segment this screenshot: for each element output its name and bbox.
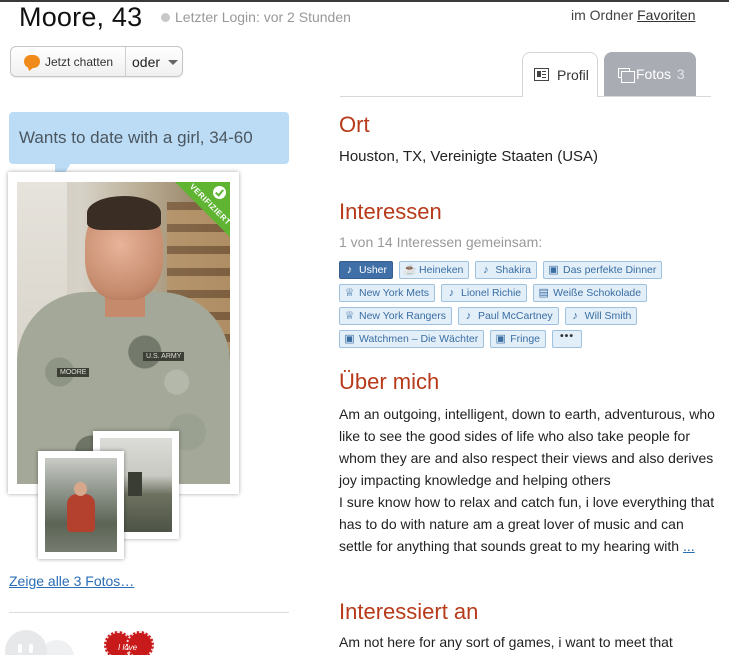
interest-chip-label: Das perfekte Dinner bbox=[563, 264, 657, 276]
offline-dot-icon bbox=[161, 13, 170, 22]
food-icon: ▤ bbox=[538, 287, 549, 299]
favorites-folder-link[interactable]: Favoriten bbox=[637, 7, 695, 23]
interests-row: ♪ Usher ☕ Heineken ♪ Shakira ▣ Das perfekte Din… bbox=[339, 261, 709, 279]
interest-chip[interactable]: ▣ Fringe bbox=[490, 330, 546, 348]
left-divider bbox=[9, 612, 289, 613]
interests-row: ♕ New York Rangers ♪ Paul McCartney ♪ Will Sm… bbox=[339, 307, 709, 325]
chat-action-group: Jetzt chatten oder bbox=[10, 46, 183, 77]
thumbnail-1-person bbox=[67, 494, 95, 532]
last-login-status: Letzter Login: vor 2 Stunden bbox=[161, 9, 351, 25]
interest-chip[interactable]: ▣ Das perfekte Dinner bbox=[543, 261, 663, 279]
photo-hair bbox=[87, 196, 161, 230]
interests-chip-list: ♪ Usher ☕ Heineken ♪ Shakira ▣ Das perfekte Din… bbox=[339, 261, 709, 353]
chevron-down-icon bbox=[168, 60, 178, 65]
photos-stack-icon bbox=[618, 68, 635, 83]
heart-gift-icon[interactable]: I love bbox=[104, 631, 156, 655]
tab-profile-label: Profil bbox=[557, 67, 589, 83]
profile-card-icon bbox=[534, 68, 549, 81]
about-me-body: Am an outgoing, intelligent, down to ear… bbox=[339, 406, 715, 554]
interest-chip-label: Usher bbox=[359, 264, 388, 276]
tab-photos-label: Fotos bbox=[636, 66, 672, 82]
wants-to-date-bubble: Wants to date with a girl, 34-60 bbox=[9, 112, 289, 189]
tab-photos[interactable]: Fotos 3 bbox=[604, 52, 696, 96]
interest-chip-label: Heineken bbox=[419, 264, 464, 276]
tv-icon: ▣ bbox=[344, 333, 355, 345]
location-heading: Ort bbox=[339, 112, 370, 137]
folder-info: im Ordner Favoriten bbox=[571, 7, 695, 23]
smile-icon[interactable] bbox=[5, 630, 47, 655]
interest-chip[interactable]: ♪ Lionel Richie bbox=[441, 284, 528, 302]
photo-thumbnail-1[interactable] bbox=[38, 451, 124, 559]
interest-chip[interactable]: ☕ Heineken bbox=[399, 261, 470, 279]
chat-bubble-icon bbox=[24, 55, 40, 68]
name-tape-patch: MOORE bbox=[57, 368, 90, 377]
interests-row: ▣ Watchmen – Die Wächter ▣ Fringe ••• bbox=[339, 330, 709, 348]
profile-name-age: Moore, 43 bbox=[19, 2, 143, 32]
interest-chip-label: Weiße Schokolade bbox=[553, 287, 642, 299]
interest-chip[interactable]: ♪ Will Smith bbox=[564, 307, 638, 325]
thumbnail-1-image bbox=[45, 458, 117, 552]
thumbnail-2-tower bbox=[128, 472, 142, 496]
interest-chip-label: New York Rangers bbox=[359, 310, 446, 322]
music-note-icon: ♪ bbox=[448, 287, 455, 299]
more-interests-button[interactable]: ••• bbox=[552, 330, 583, 348]
checkmark-icon bbox=[213, 186, 226, 199]
interested-in-heading: Interessiert an bbox=[339, 599, 479, 624]
interest-chip[interactable]: ♕ New York Mets bbox=[339, 284, 436, 302]
heart-gift-text: I love bbox=[118, 643, 138, 652]
interest-chip-label: Shakira bbox=[495, 264, 531, 276]
more-actions-label: oder bbox=[132, 54, 161, 70]
tab-photos-count: 3 bbox=[676, 66, 685, 82]
army-tape-patch: U.S. ARMY bbox=[143, 352, 185, 361]
thumbnail-1-person-head bbox=[74, 482, 87, 496]
interest-chip[interactable]: ▣ Watchmen – Die Wächter bbox=[339, 330, 485, 348]
wants-to-date-text: Wants to date with a girl, 34-60 bbox=[19, 128, 253, 147]
interest-chip-label: Paul McCartney bbox=[477, 310, 553, 322]
interest-chip[interactable]: ♪ Usher bbox=[339, 261, 394, 279]
tv-icon: ▣ bbox=[548, 264, 559, 276]
trophy-icon: ♕ bbox=[344, 287, 355, 299]
interest-chip[interactable]: ♪ Shakira bbox=[475, 261, 537, 279]
music-note-icon: ♪ bbox=[572, 310, 578, 322]
about-read-more-link[interactable]: ... bbox=[683, 538, 695, 554]
tv-icon: ▣ bbox=[495, 333, 506, 345]
drink-icon: ☕ bbox=[403, 264, 417, 276]
interest-chip-label: Lionel Richie bbox=[461, 287, 522, 299]
chat-now-button[interactable]: Jetzt chatten bbox=[11, 47, 126, 76]
interests-row: ♕ New York Mets ♪ Lionel Richie ▤ Weiße Schok… bbox=[339, 284, 709, 302]
interest-chip[interactable]: ♪ Paul McCartney bbox=[457, 307, 559, 325]
music-note-icon: ♪ bbox=[483, 264, 489, 276]
interest-chip-label: Will Smith bbox=[584, 310, 632, 322]
location-value: Houston, TX, Vereinigte Staaten (USA) bbox=[339, 148, 599, 165]
chat-now-label: Jetzt chatten bbox=[45, 55, 114, 69]
tab-profile[interactable]: Profil bbox=[522, 52, 598, 97]
about-me-heading: Über mich bbox=[339, 369, 440, 394]
trophy-icon: ♕ bbox=[344, 310, 355, 322]
verified-badge: VERIFIZIERT bbox=[175, 182, 230, 237]
interest-chip[interactable]: ♕ New York Rangers bbox=[339, 307, 452, 325]
last-login-text: Letzter Login: vor 2 Stunden bbox=[175, 9, 351, 25]
about-me-text: Am an outgoing, intelligent, down to ear… bbox=[339, 403, 717, 557]
interest-chip[interactable]: ▤ Weiße Schokolade bbox=[533, 284, 648, 302]
interested-in-text: Am not here for any sort of games, i wan… bbox=[339, 634, 673, 650]
show-all-photos-link[interactable]: Zeige alle 3 Fotos… bbox=[9, 573, 134, 589]
interest-chip-label: Watchmen – Die Wächter bbox=[359, 333, 479, 345]
interest-chip-label: New York Mets bbox=[359, 287, 430, 299]
interests-heading: Interessen bbox=[339, 199, 442, 224]
music-note-icon: ♪ bbox=[465, 310, 472, 322]
common-interests-text: 1 von 14 Interessen gemeinsam: bbox=[339, 234, 543, 250]
interest-chip-label: Fringe bbox=[510, 333, 540, 345]
music-note-icon: ♪ bbox=[346, 264, 353, 276]
folder-prefix: im Ordner bbox=[571, 7, 634, 23]
